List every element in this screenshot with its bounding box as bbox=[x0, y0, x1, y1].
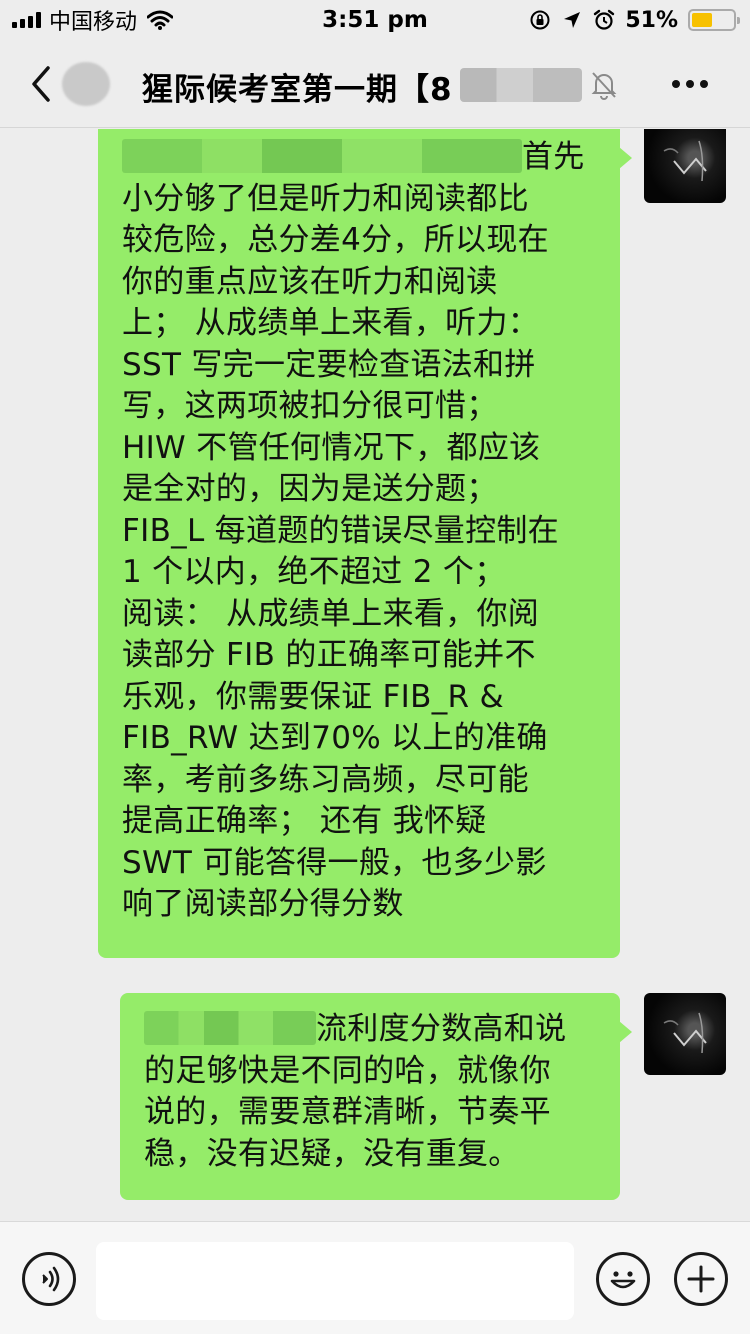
battery-percent: 51% bbox=[625, 7, 678, 33]
avatar[interactable] bbox=[644, 993, 726, 1075]
status-bar-right: 51% bbox=[529, 6, 740, 34]
plus-icon[interactable] bbox=[674, 1252, 728, 1306]
message-line: 你的重点应该在听力和阅读 bbox=[122, 263, 498, 300]
message-line: SST 写完一定要检查语法和拼 bbox=[122, 346, 536, 383]
avatar bbox=[62, 62, 110, 106]
message-line: SWT 可能答得一般，也多少影 bbox=[122, 844, 547, 881]
message-line: 1 个以内，绝不超过 2 个； bbox=[122, 554, 506, 590]
redacted-title bbox=[460, 68, 582, 102]
avatar-art-icon bbox=[663, 140, 707, 182]
message-line: 小分够了但是听力和阅读都比 bbox=[122, 180, 529, 217]
status-bar: 中国移动 3:51 pm 51% bbox=[0, 0, 750, 40]
alarm-icon bbox=[594, 9, 615, 30]
more-dots-icon[interactable] bbox=[672, 78, 716, 90]
message-line: 较危险，总分差4分，所以现在 bbox=[122, 222, 549, 258]
bell-slash-icon bbox=[591, 72, 617, 100]
message-line: 是全对的，因为是送分题； bbox=[122, 471, 498, 507]
chevron-left-icon[interactable] bbox=[22, 62, 62, 106]
message-line: 乐观，你需要保证 FIB_R & bbox=[122, 678, 504, 715]
avatar[interactable] bbox=[644, 129, 726, 203]
emoji-icon[interactable] bbox=[596, 1252, 650, 1306]
message-line: 读部分 FIB 的正确率可能并不 bbox=[122, 637, 536, 673]
redacted-text bbox=[144, 1011, 316, 1045]
message-line: HIW 不管任何情况下，都应该 bbox=[122, 429, 541, 466]
page-title: 猩际候考室第一期【8... bbox=[142, 72, 452, 106]
battery-icon bbox=[688, 9, 740, 31]
message-line: 首先 bbox=[122, 137, 596, 179]
message-line: FIB_RW 达到70% 以上的准确 bbox=[122, 720, 548, 756]
message-line: 上； 从成绩单上来看，听力： bbox=[122, 305, 540, 341]
message-line: 率，考前多练习高频，尽可能 bbox=[122, 761, 529, 798]
message-list: 首先 小分够了但是听力和阅读都比 较危险，总分差4分，所以现在 你的重点应该在听… bbox=[0, 129, 750, 1221]
input-bar bbox=[0, 1221, 750, 1334]
message-line: FIB_L 每道题的错误尽量控制在 bbox=[122, 512, 559, 549]
message-line: 说的，需要意群清晰，节奏平 bbox=[144, 1094, 551, 1130]
chat-header: 猩际候考室第一期【8... bbox=[0, 40, 750, 128]
message-line: 提高正确率； 还有 我怀疑 bbox=[122, 803, 487, 839]
message-line: 的足够快是不同的哈，就像你 bbox=[144, 1052, 551, 1089]
message-line: 阅读： 从成绩单上来看，你阅 bbox=[122, 595, 540, 632]
message-bubble[interactable]: 流利度分数高和说 的足够快是不同的哈，就像你 说的，需要意群清晰，节奏平 稳，没… bbox=[120, 993, 632, 1200]
message-line: 稳，没有迟疑，没有重复。 bbox=[144, 1135, 520, 1172]
battery-level bbox=[692, 13, 713, 27]
message-line: 响了阅读部分得分数 bbox=[122, 886, 404, 922]
location-icon bbox=[564, 12, 581, 28]
message-bubble[interactable]: 首先 小分够了但是听力和阅读都比 较危险，总分差4分，所以现在 你的重点应该在听… bbox=[98, 129, 632, 958]
redacted-text bbox=[122, 139, 522, 173]
avatar-art-icon bbox=[663, 1012, 707, 1054]
message-line: 写，这两项被扣分很可惜； bbox=[122, 388, 498, 424]
message-line: 流利度分数高和说 bbox=[144, 1009, 596, 1051]
orientation-lock-icon bbox=[530, 10, 550, 30]
message-input[interactable] bbox=[96, 1242, 574, 1320]
voice-icon[interactable] bbox=[22, 1252, 76, 1306]
